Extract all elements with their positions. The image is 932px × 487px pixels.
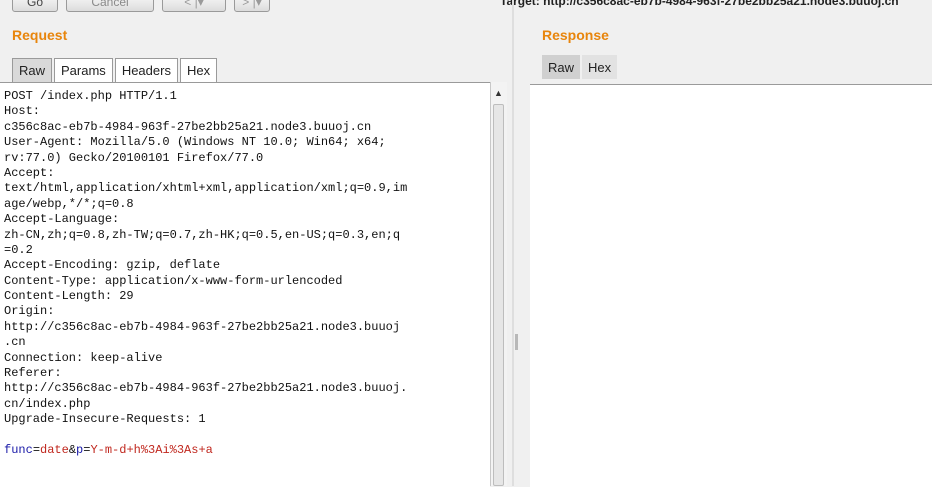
param-equals: =: [32, 442, 41, 457]
tab-params[interactable]: Params: [54, 58, 113, 82]
request-line: http://c356c8ac-eb7b-4984-963f-27be2bb25…: [4, 319, 401, 334]
request-line: .cn: [4, 335, 26, 350]
scroll-up-icon[interactable]: ▲: [494, 88, 503, 98]
request-line: Connection: keep-alive: [4, 350, 163, 365]
request-line: text/html,application/xhtml+xml,applicat…: [4, 181, 408, 196]
target-label: Target: http://c356c8ac-eb7b-4984-963f-2…: [500, 0, 899, 8]
scrollbar-thumb[interactable]: [493, 104, 504, 486]
request-line: Content-Type: application/x-www-form-url…: [4, 273, 343, 288]
request-line: cn/index.php: [4, 396, 91, 411]
splitter-grip[interactable]: [515, 334, 518, 350]
request-editor[interactable]: POST /index.php HTTP/1.1 Host: c356c8ac-…: [0, 82, 490, 487]
request-line: Accept-Encoding: gzip, deflate: [4, 258, 221, 273]
response-editor[interactable]: [530, 84, 932, 487]
request-line: Accept:: [4, 165, 55, 180]
toolbar: Go Cancel < |▾ > |▾ Target: http://c356c…: [0, 0, 932, 14]
request-line: Content-Length: 29: [4, 289, 134, 304]
tab-headers[interactable]: Headers: [114, 58, 178, 82]
response-title: Response: [542, 27, 609, 43]
request-line: zh-CN,zh;q=0.8,zh-TW;q=0.7,zh-HK;q=0.5,e…: [4, 227, 401, 242]
tab-raw[interactable]: Raw: [12, 58, 53, 82]
request-body: func=date&p=Y-m-d+h%3Ai%3As+a: [4, 443, 490, 458]
request-tabs: Raw Params Headers Hex: [12, 58, 218, 82]
param-separator: &: [68, 442, 77, 457]
request-title: Request: [12, 27, 68, 43]
go-button[interactable]: Go: [12, 0, 58, 12]
request-line: Accept-Language:: [4, 212, 120, 227]
response-tab-hex[interactable]: Hex: [582, 55, 618, 79]
request-line: Referer:: [4, 366, 62, 381]
response-tab-raw[interactable]: Raw: [542, 55, 581, 79]
pane-divider: [512, 0, 514, 486]
request-line: age/webp,*/*;q=0.8: [4, 196, 134, 211]
response-tabs: Raw Hex: [542, 55, 618, 79]
back-button[interactable]: < |▾: [162, 0, 226, 12]
tab-hex[interactable]: Hex: [179, 58, 218, 82]
request-line: rv:77.0) Gecko/20100101 Firefox/77.0: [4, 150, 264, 165]
param-name-func: func: [4, 442, 33, 457]
request-line: POST /index.php HTTP/1.1: [4, 89, 177, 103]
param-value-func: date: [40, 442, 69, 457]
request-scrollbar[interactable]: ▲: [490, 82, 507, 486]
request-line: User-Agent: Mozilla/5.0 (Windows NT 10.0…: [4, 135, 386, 150]
cancel-button[interactable]: Cancel: [66, 0, 154, 12]
request-line: http://c356c8ac-eb7b-4984-963f-27be2bb25…: [4, 381, 408, 396]
param-value-p: Y-m-d+h%3Ai%3As+a: [90, 442, 213, 457]
request-line: c356c8ac-eb7b-4984-963f-27be2bb25a21.nod…: [4, 119, 372, 134]
request-line: Host:: [4, 104, 41, 119]
forward-button[interactable]: > |▾: [234, 0, 270, 12]
request-line: Upgrade-Insecure-Requests: 1: [4, 412, 206, 427]
request-text: POST /index.php HTTP/1.1 Host: c356c8ac-…: [0, 83, 490, 458]
request-line: Origin:: [4, 304, 55, 319]
request-line: =0.2: [4, 242, 33, 257]
